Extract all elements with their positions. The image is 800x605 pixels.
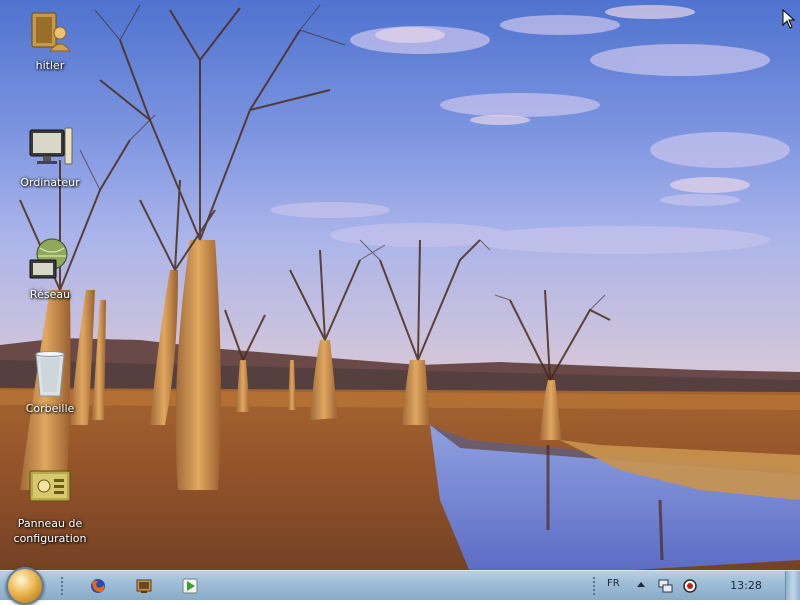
mouse-cursor-icon — [782, 9, 796, 29]
computer-icon — [26, 124, 74, 172]
show-hidden-icons-arrow[interactable] — [637, 581, 645, 587]
desktop-icon-label: hitler — [35, 59, 65, 72]
desktop-icon-computer[interactable]: Ordinateur — [0, 124, 100, 190]
firefox-icon — [91, 579, 105, 593]
recycle-bin-icon — [26, 350, 74, 398]
clock[interactable]: 13:28 — [718, 579, 774, 592]
desktop-icon-label: Réseau — [29, 288, 71, 301]
desktop-icon-user-folder[interactable]: hitler — [0, 7, 100, 73]
desktop-icon-recycle-bin[interactable]: Corbeille — [0, 350, 100, 416]
quick-launch-show-desktop[interactable] — [135, 577, 153, 595]
tray-grip[interactable] — [592, 576, 596, 596]
quick-launch-firefox[interactable] — [89, 577, 107, 595]
desktop-icon-label: Panneau de configuration — [13, 517, 87, 545]
desktop-icon-label: Corbeille — [25, 402, 75, 415]
start-orb-icon[interactable] — [6, 567, 44, 605]
show-desktop-icon — [136, 579, 152, 593]
taskbar-grip[interactable] — [60, 576, 64, 596]
media-player-icon — [182, 578, 198, 594]
language-indicator[interactable]: FR — [607, 578, 620, 589]
network-status-icon[interactable] — [658, 578, 674, 594]
quick-launch-media-player[interactable] — [181, 577, 199, 595]
desktop-icon-network[interactable]: Réseau — [0, 236, 100, 302]
taskbar: FR 13:28 — [0, 567, 800, 605]
desktop-icon-control-panel[interactable]: Panneau de configuration — [0, 465, 100, 546]
volume-icon[interactable] — [682, 578, 698, 594]
user-folder-icon — [26, 7, 74, 55]
show-desktop-button[interactable] — [785, 571, 800, 600]
desktop-wallpaper — [0, 0, 800, 600]
network-icon — [26, 236, 74, 284]
control-panel-icon — [26, 465, 74, 513]
desktop-icon-label: Ordinateur — [20, 176, 80, 189]
